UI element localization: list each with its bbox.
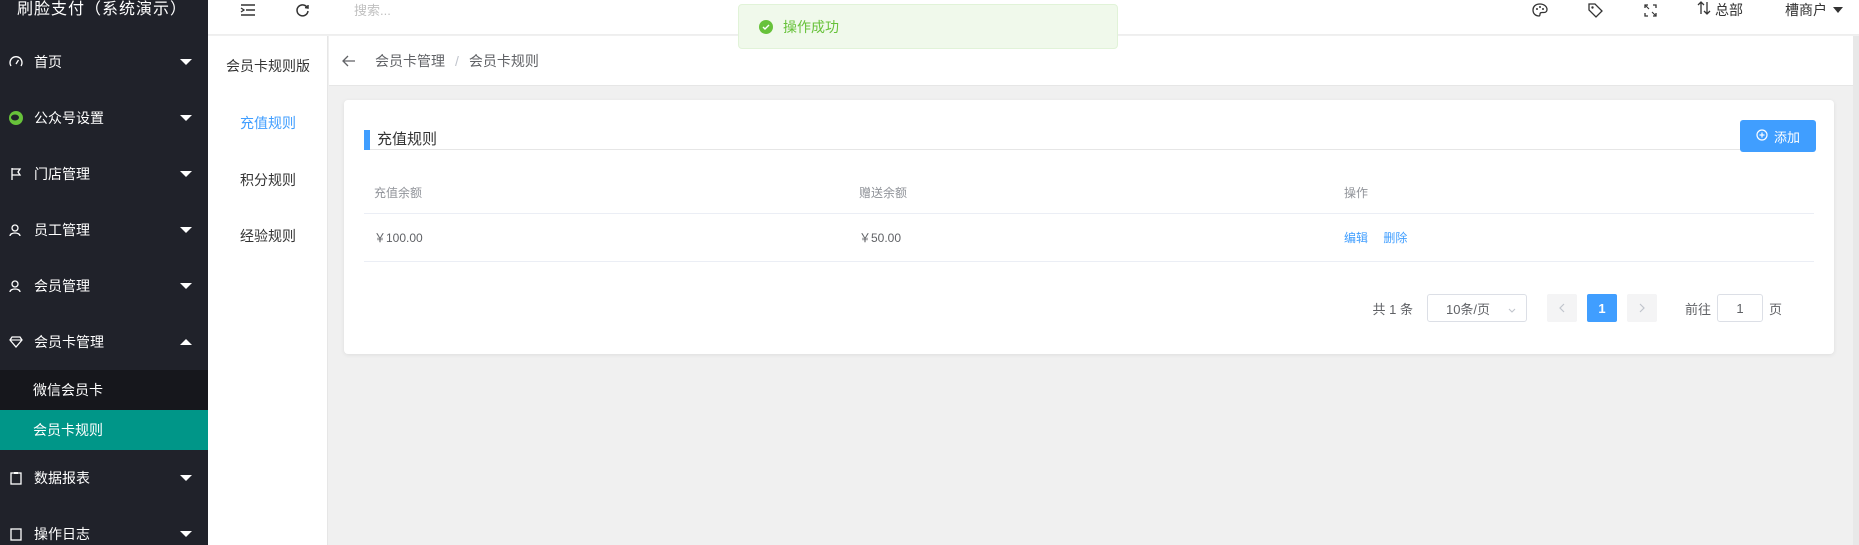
sidebar-item-stores[interactable]: 门店管理 [0,146,208,202]
column-header: 充值余额 [374,186,423,200]
sidebar-item-member-cards[interactable]: 会员卡管理 [0,314,208,370]
sidebar-item-label: 会员管理 [34,278,90,294]
user-icon [8,222,24,238]
rules-table: 充值余额 赠送余额 操作 ￥100.00 ￥50.00 编辑 删除 [364,172,1814,262]
title-accent-bar [364,130,370,150]
recharge-amount: ￥100.00 [374,231,423,245]
clipboard-icon [8,470,24,486]
app-title: 刷脸支付（系统演示） [17,1,188,18]
gauge-icon [8,54,24,70]
page-size-value: 10条/页 [1445,301,1491,317]
fullscreen-icon[interactable] [1640,0,1660,20]
sort-icon [1697,1,1711,19]
card-header: 充值规则 添加 [364,110,1816,152]
sidebar-item-label: 员工管理 [34,222,90,238]
success-toast: 操作成功 [738,4,1118,49]
breadcrumb-separator: / [455,52,459,69]
page-jumper: 前往 页 [1685,294,1782,322]
card-title: 充值规则 [377,131,438,148]
sidebar-item-members[interactable]: 会员管理 [0,258,208,314]
chevron-down-icon [180,115,192,121]
recharge-rules-card: 充值规则 添加 充值余额 赠送余额 操作 ￥100.00 ￥50.00 编辑 删… [344,100,1834,354]
submenu-member-cards: 微信会员卡 会员卡规则 [0,370,208,450]
rules-subnav: 会员卡规则版 充值规则 积分规则 经验规则 [208,36,328,545]
column-header: 操作 [1344,186,1369,200]
scrollbar[interactable] [1853,36,1859,545]
sidebar-item-wechat-settings[interactable]: 公众号设置 [0,90,208,146]
prev-page-button[interactable] [1546,294,1577,322]
hq-label: 总部 [1715,2,1743,18]
sidebar-item-label: 公众号设置 [34,110,104,126]
search-input[interactable] [354,0,754,20]
sidebar-item-logs[interactable]: 操作日志 [0,506,208,545]
sidebar-item-card-rules[interactable]: 会员卡规则 [0,410,208,450]
next-page-button[interactable] [1626,294,1657,322]
flag-icon [8,166,24,182]
refresh-icon[interactable] [292,0,312,20]
goto-label: 前往 [1684,301,1711,317]
breadcrumb-item: 会员卡规则 [468,52,539,69]
palette-icon[interactable] [1530,0,1550,20]
toast-message: 操作成功 [783,18,839,35]
goto-page-input[interactable] [1716,294,1763,322]
breadcrumb-item[interactable]: 会员卡管理 [375,51,445,71]
sidebar-item-label: 会员卡管理 [34,334,104,350]
table-row: ￥100.00 ￥50.00 编辑 删除 [364,214,1814,262]
subnav-item-experience[interactable]: 经验规则 [240,226,296,246]
page-number[interactable]: 1 [1586,294,1617,322]
subnav-item-points[interactable]: 积分规则 [240,170,296,190]
bonus-amount: ￥50.00 [859,231,902,245]
subnav-title: 会员卡规则版 [226,58,310,74]
menu-fold-icon[interactable] [238,0,258,20]
sidebar-item-home[interactable]: 首页 [0,34,208,90]
chevron-up-icon [180,339,192,345]
hq-switch[interactable]: 总部 [1697,0,1743,20]
chevron-down-icon [180,283,192,289]
edit-link[interactable]: 编辑 [1344,231,1368,245]
add-button[interactable]: 添加 [1740,120,1816,152]
total-count: 共 1 条 [1372,301,1413,317]
chevron-down-icon [180,171,192,177]
user-icon [8,278,24,294]
plus-circle-icon [1756,128,1768,144]
sidebar-item-label: 首页 [34,54,62,70]
table-header: 充值余额 赠送余额 操作 [364,172,1814,214]
caret-down-icon [1833,7,1843,13]
page-size-select[interactable]: 10条/页 [1426,294,1527,322]
tag-icon[interactable] [1585,0,1605,20]
user-menu[interactable]: 槽商户 [1785,0,1843,20]
sidebar-item-label: 数据报表 [34,470,90,486]
sidebar-item-wechat-cards[interactable]: 微信会员卡 [0,370,208,410]
sidebar-item-staff[interactable]: 员工管理 [0,202,208,258]
page-unit: 页 [1768,301,1782,317]
chevron-down-icon [180,475,192,481]
sidebar-item-reports[interactable]: 数据报表 [0,450,208,506]
chevron-down-icon [1508,301,1516,316]
back-arrow-icon[interactable] [341,53,357,69]
chevron-down-icon [180,59,192,65]
sidebar-item-label: 操作日志 [34,526,90,542]
column-header: 赠送余额 [859,186,908,200]
wechat-icon [8,110,24,126]
sidebar-item-label: 门店管理 [34,166,90,182]
pagination: 共 1 条 10条/页 1 前往 页 [1372,294,1782,322]
add-button-label: 添加 [1773,129,1800,145]
sidebar: 刷脸支付（系统演示） 首页 公众号设置 门店管理 员工管理 会员管理 会员卡管理… [0,0,208,545]
diamond-icon [8,334,24,350]
row-actions: 编辑 删除 [1334,229,1814,246]
chevron-down-icon [180,531,192,537]
log-icon [8,526,24,542]
delete-link[interactable]: 删除 [1383,231,1407,245]
chevron-down-icon [180,227,192,233]
check-circle-icon [759,19,773,34]
subnav-item-recharge[interactable]: 充值规则 [240,113,296,133]
user-label: 槽商户 [1785,2,1827,18]
